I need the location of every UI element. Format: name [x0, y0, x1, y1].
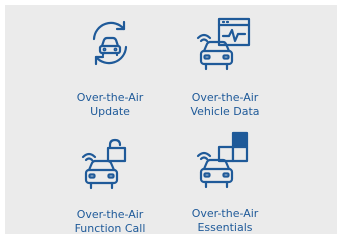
tile-label: Over-the-Air Essentials — [191, 207, 259, 234]
tile-ota-update: Over-the-Air Update — [55, 17, 165, 119]
tile-ota-essentials: Over-the-Air Essentials — [170, 131, 280, 235]
tile-ota-function-call: Over-the-Air Function Call — [55, 138, 165, 236]
tile-label: Over-the-Air Vehicle Data — [190, 91, 260, 118]
feature-panel: Over-the-Air Update Over-the-Air Vehicle… — [5, 5, 337, 236]
car-lock-icon — [81, 138, 127, 190]
tile-ota-vehicle-data: Over-the-Air Vehicle Data — [170, 17, 280, 119]
refresh-car-icon — [92, 20, 128, 66]
car-blocks-icon — [196, 131, 249, 189]
car-monitor-icon — [196, 17, 251, 71]
